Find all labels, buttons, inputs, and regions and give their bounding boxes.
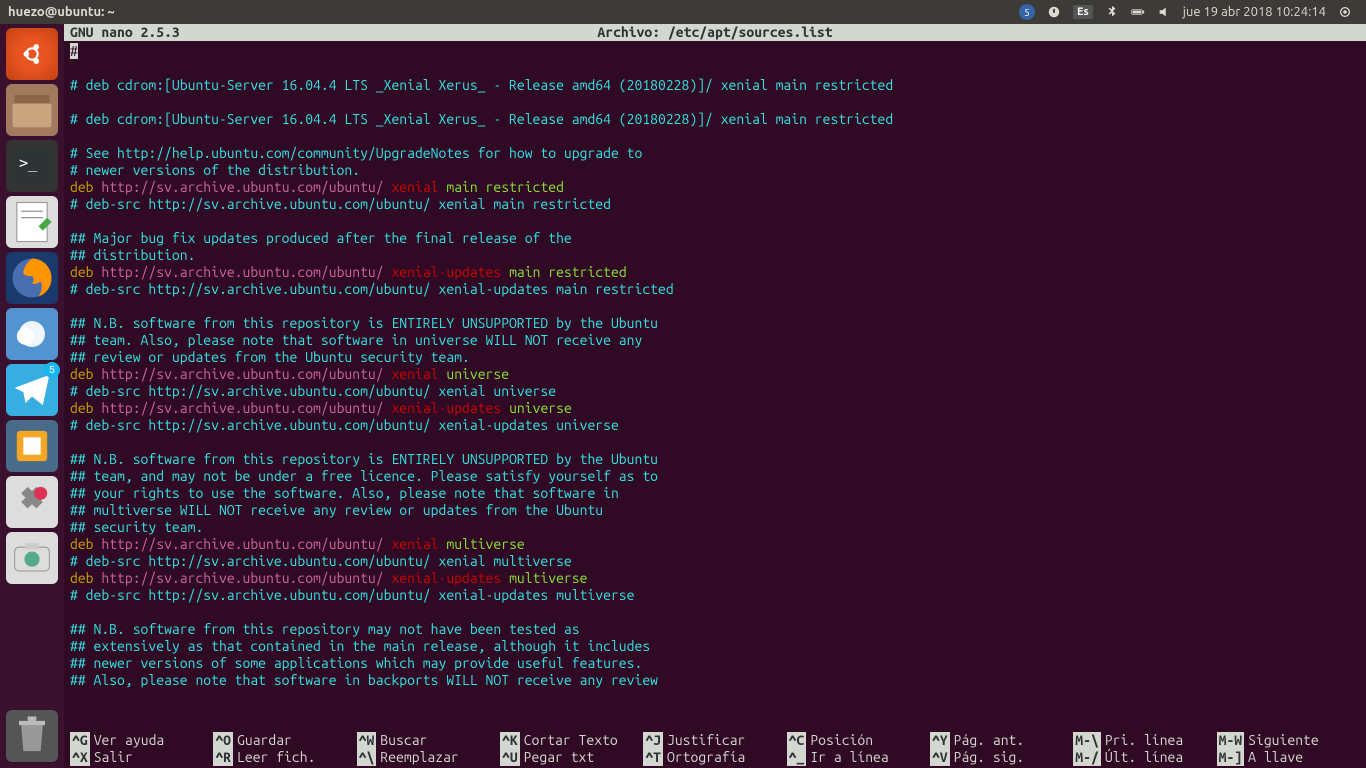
editor-line [70,128,1360,145]
editor-content[interactable]: # # deb cdrom:[Ubuntu-Server 16.04.4 LTS… [64,41,1366,732]
editor-line: ## security team. [70,519,1360,536]
window-title: huezo@ubuntu: ~ [8,5,115,19]
editor-line: deb http://sv.archive.ubuntu.com/ubuntu/… [70,264,1360,281]
settings-icon[interactable] [6,476,58,528]
editor-line [70,298,1360,315]
footer-shortcut: ^GVer ayuda [70,732,213,749]
editor-line: ## Major bug fix updates produced after … [70,230,1360,247]
footer-shortcut: ^XSalir [70,749,213,766]
nano-footer: ^GVer ayuda^OGuardar^WBuscar^KCortar Tex… [64,732,1366,768]
editor-line: ## N.B. software from this repository is… [70,315,1360,332]
nano-app-name: GNU nano 2.5.3 [70,24,180,41]
telegram-icon[interactable]: 5 [6,364,58,416]
terminal-icon[interactable]: >_ [6,140,58,192]
editor-line [70,434,1360,451]
footer-shortcut: ^CPosición [787,732,930,749]
editor-line: ## team, and may not be under a free lic… [70,468,1360,485]
footer-shortcut: ^_Ir a línea [787,749,930,766]
clock[interactable]: jue 19 abr 2018 10:24:14 [1183,5,1326,19]
editor-line: # See http://help.ubuntu.com/community/U… [70,145,1360,162]
files-icon[interactable] [6,84,58,136]
text-editor-icon[interactable] [6,196,58,248]
language-indicator[interactable]: Es [1073,5,1093,19]
editor-line: ## N.B. software from this repository is… [70,451,1360,468]
editor-line: deb http://sv.archive.ubuntu.com/ubuntu/… [70,400,1360,417]
screenshot-icon[interactable] [6,532,58,584]
editor-line: deb http://sv.archive.ubuntu.com/ubuntu/… [70,179,1360,196]
editor-line: # deb-src http://sv.archive.ubuntu.com/u… [70,417,1360,434]
editor-line: ## extensively as that contained in the … [70,638,1360,655]
editor-line: # deb cdrom:[Ubuntu-Server 16.04.4 LTS _… [70,77,1360,94]
editor-line: deb http://sv.archive.ubuntu.com/ubuntu/… [70,570,1360,587]
footer-shortcut: ^VPág. sig. [930,749,1073,766]
network-icon[interactable] [1047,5,1061,19]
footer-shortcut: ^RLeer fich. [213,749,356,766]
editor-line [70,60,1360,77]
nano-header: GNU nano 2.5.3 Archivo: /etc/apt/sources… [64,24,1366,41]
svg-text:>_: >_ [19,154,38,172]
footer-shortcut: M-/Últ. línea [1073,749,1216,766]
editor-line: # deb cdrom:[Ubuntu-Server 16.04.4 LTS _… [70,111,1360,128]
footer-shortcut: ^TOrtografía [643,749,786,766]
session-icon[interactable] [1338,5,1352,19]
volume-icon[interactable] [1157,5,1171,19]
footer-shortcut: ^YPág. ant. [930,732,1073,749]
footer-shortcut: ^JJustificar [643,732,786,749]
editor-line: ## N.B. software from this repository ma… [70,621,1360,638]
editor-line [70,94,1360,111]
battery-icon[interactable] [1131,5,1145,19]
editor-line: deb http://sv.archive.ubuntu.com/ubuntu/… [70,366,1360,383]
editor-line: ## distribution. [70,247,1360,264]
editor-line: # deb-src http://sv.archive.ubuntu.com/u… [70,196,1360,213]
editor-line: # deb-src http://sv.archive.ubuntu.com/u… [70,587,1360,604]
editor-line: # deb-src http://sv.archive.ubuntu.com/u… [70,553,1360,570]
editor-line: # deb-src http://sv.archive.ubuntu.com/u… [70,383,1360,400]
weather-icon[interactable] [6,308,58,360]
workspace-indicator[interactable]: 5 [1019,4,1035,20]
footer-row: ^XSalir^RLeer fich.^\Reemplazar^UPegar t… [70,749,1360,766]
editor-line: # newer versions of the distribution. [70,162,1360,179]
editor-line [70,213,1360,230]
dash-icon[interactable] [6,28,58,80]
terminal-window[interactable]: GNU nano 2.5.3 Archivo: /etc/apt/sources… [64,24,1366,768]
footer-shortcut: ^\Reemplazar [357,749,500,766]
footer-shortcut: ^OGuardar [213,732,356,749]
editor-line: ## multiverse WILL NOT receive any revie… [70,502,1360,519]
footer-shortcut: ^UPegar txt [500,749,643,766]
trash-icon[interactable] [6,710,58,762]
unity-launcher: >_ 5 [0,24,64,768]
editor-line: ## Also, please note that software in ba… [70,672,1360,689]
bluetooth-icon[interactable] [1105,5,1119,19]
editor-line: deb http://sv.archive.ubuntu.com/ubuntu/… [70,536,1360,553]
footer-shortcut: ^WBuscar [357,732,500,749]
editor-line: ## team. Also, please note that software… [70,332,1360,349]
editor-line: ## your rights to use the software. Also… [70,485,1360,502]
editor-line: ## newer versions of some applications w… [70,655,1360,672]
editor-line: # deb-src http://sv.archive.ubuntu.com/u… [70,281,1360,298]
footer-shortcut: M-\Pri. línea [1073,732,1216,749]
nano-file-path: Archivo: /etc/apt/sources.list [180,24,1250,41]
editor-line: ## review or updates from the Ubuntu sec… [70,349,1360,366]
top-panel: huezo@ubuntu: ~ 5 Es jue 19 abr 2018 10:… [0,0,1366,24]
vmware-icon[interactable] [6,420,58,472]
footer-shortcut: M-]A llave [1217,749,1360,766]
editor-line: # [70,43,1360,60]
footer-row: ^GVer ayuda^OGuardar^WBuscar^KCortar Tex… [70,732,1360,749]
footer-shortcut: ^KCortar Texto [500,732,643,749]
editor-line [70,604,1360,621]
footer-shortcut: M-WSiguiente [1217,732,1360,749]
firefox-icon[interactable] [6,252,58,304]
